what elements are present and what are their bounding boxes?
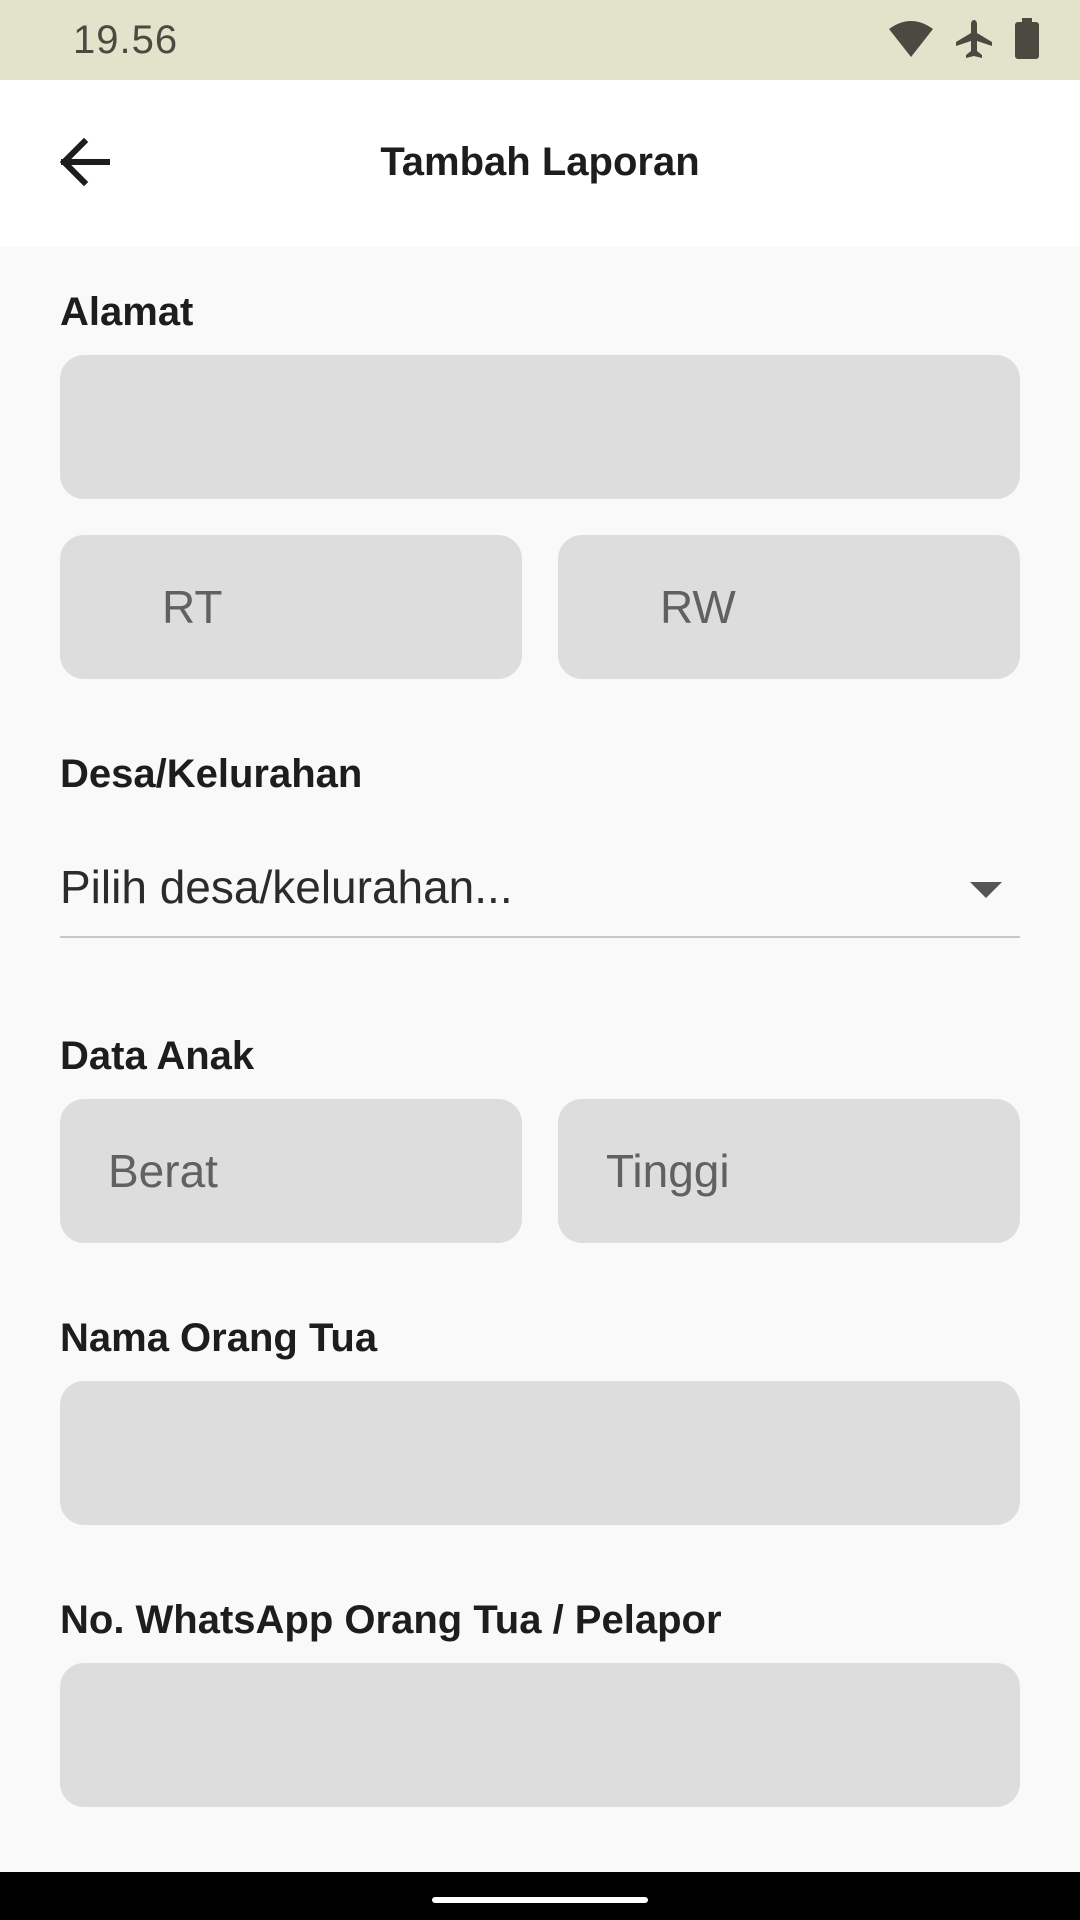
- rt-input[interactable]: [60, 535, 522, 679]
- nama-orang-tua-label: Nama Orang Tua: [60, 1316, 378, 1360]
- whatsapp-input[interactable]: [60, 1663, 1020, 1807]
- berat-input[interactable]: [60, 1099, 522, 1243]
- data-anak-label: Data Anak: [60, 1034, 255, 1078]
- status-icons: [888, 17, 1040, 65]
- app-bar: Tambah Laporan: [0, 80, 1080, 247]
- status-time: 19.56: [73, 18, 179, 62]
- page-title: Tambah Laporan: [380, 140, 700, 184]
- wifi-icon: [888, 19, 934, 64]
- rw-input[interactable]: [558, 535, 1020, 679]
- tinggi-input[interactable]: [558, 1099, 1020, 1243]
- nama-orang-tua-input[interactable]: [60, 1381, 1020, 1525]
- caret-down-icon: [970, 882, 1002, 898]
- desa-dropdown[interactable]: Pilih desa/kelurahan...: [60, 850, 1020, 938]
- battery-icon: [1014, 17, 1040, 65]
- home-gesture-handle[interactable]: [432, 1897, 648, 1903]
- navigation-bar: [0, 1872, 1080, 1920]
- alamat-label: Alamat: [60, 290, 194, 334]
- status-bar: 19.56: [0, 0, 1080, 80]
- alamat-input[interactable]: [60, 355, 1020, 499]
- desa-dropdown-value: Pilih desa/kelurahan...: [60, 861, 513, 913]
- whatsapp-label: No. WhatsApp Orang Tua / Pelapor: [60, 1598, 722, 1642]
- airplane-icon: [954, 18, 994, 65]
- desa-label: Desa/Kelurahan: [60, 752, 363, 796]
